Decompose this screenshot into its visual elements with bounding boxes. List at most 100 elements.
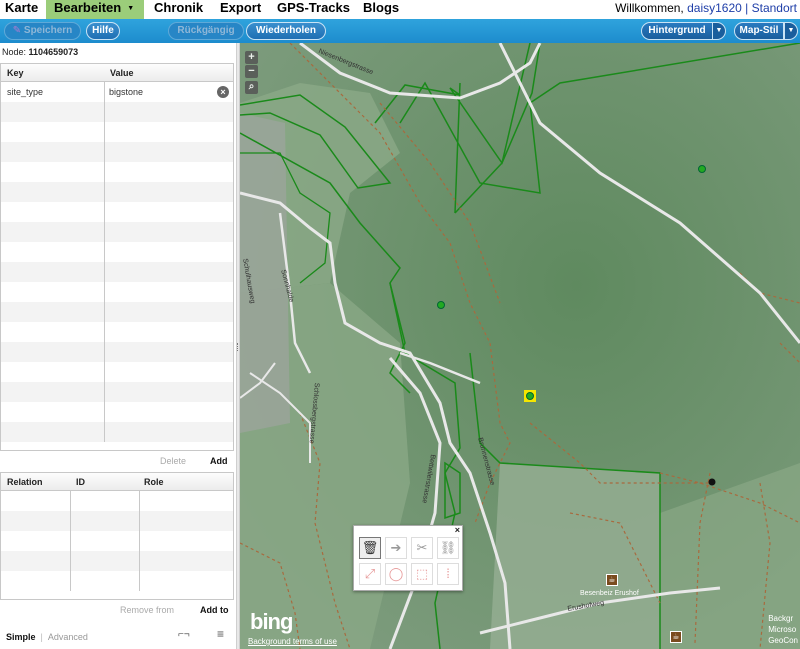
empty-row: [1, 222, 233, 242]
empty-row: [1, 531, 233, 551]
bing-logo: bing: [250, 609, 293, 634]
empty-row: [1, 571, 233, 591]
user-welcome: Willkommen, daisy1620 | Standort: [615, 0, 797, 16]
empty-row: [1, 242, 233, 262]
separator: |: [745, 1, 749, 15]
map-attribution: Backgr Microso GeoCon: [768, 613, 798, 646]
add-tag-button[interactable]: Add: [210, 456, 228, 466]
empty-row: [1, 262, 233, 282]
menu-icon[interactable]: ≡: [217, 627, 224, 641]
advanced-mode-link[interactable]: Advanced: [48, 632, 88, 642]
empty-row: [1, 282, 233, 302]
attribution-line: Microso: [768, 625, 797, 634]
role-column-header[interactable]: Role: [144, 477, 164, 487]
trash-icon[interactable]: 🗑: [359, 537, 381, 559]
save-label: Speichern: [23, 25, 73, 36]
background-terms-link[interactable]: Background terms of use: [248, 637, 337, 646]
delete-tag-icon[interactable]: ×: [217, 86, 229, 98]
pencil-icon: ✎: [12, 25, 22, 36]
empty-row: [1, 402, 233, 422]
redo-button[interactable]: Wiederholen: [246, 22, 326, 40]
location-link[interactable]: Standort: [752, 1, 797, 15]
relation-table: Relation ID Role: [0, 472, 234, 600]
value-column-header[interactable]: Value: [110, 68, 134, 78]
map-style-dropdown-icon[interactable]: ▼: [784, 22, 798, 40]
circularise-icon[interactable]: ◯: [385, 563, 407, 585]
cafe-icon[interactable]: ☕: [670, 631, 682, 643]
close-icon[interactable]: ×: [455, 525, 460, 535]
tab-gps-tracks[interactable]: GPS-Tracks: [277, 0, 350, 19]
simple-mode-link[interactable]: Simple: [6, 632, 36, 642]
map-style-button[interactable]: Map-Stil: [734, 22, 784, 40]
add-to-button[interactable]: Add to: [200, 605, 229, 615]
key-column-header[interactable]: Key: [7, 68, 24, 78]
node-info: Node: 1104659073: [2, 47, 78, 57]
background-dropdown-icon[interactable]: ▼: [712, 22, 726, 40]
tab-blogs[interactable]: Blogs: [363, 0, 399, 19]
attribution-line: GeoCon: [768, 636, 798, 645]
column-divider: [139, 491, 140, 591]
chain-link-icon[interactable]: ⛓: [437, 537, 459, 559]
zoom-out-icon[interactable]: −: [245, 65, 258, 78]
relation-rows: [1, 491, 233, 591]
empty-row: [1, 551, 233, 571]
map-canvas[interactable]: + − ⌕ Niesenbergstrasse Schulhausweg Son…: [240, 43, 800, 649]
welcome-text: Willkommen,: [615, 1, 684, 15]
tag-value[interactable]: bigstone: [109, 87, 143, 97]
tab-export[interactable]: Export: [220, 0, 261, 19]
align-dots-icon[interactable]: ⁞: [437, 563, 459, 585]
expand-arrows-icon[interactable]: ⤢: [359, 563, 381, 585]
empty-row: [1, 491, 233, 511]
poi-label: Besenbeiz Erushof: [580, 590, 639, 597]
column-divider: [70, 491, 71, 591]
empty-row: [1, 162, 233, 182]
empty-row: [1, 102, 233, 122]
delete-tag-button[interactable]: Delete: [160, 456, 186, 466]
help-button[interactable]: Hilfe: [86, 22, 120, 40]
zoom-in-icon[interactable]: +: [245, 51, 258, 64]
empty-row: [1, 182, 233, 202]
empty-row: [1, 422, 233, 442]
edit-toolbox: × 🗑 ➔ ✂ ⛓ ⤢ ◯ ⬚ ⁞: [353, 525, 463, 591]
tag-row[interactable]: site_type bigstone ×: [1, 82, 233, 102]
tab-bearbeiten[interactable]: Bearbeiten ▼: [46, 0, 144, 19]
empty-row: [1, 142, 233, 162]
undo-button[interactable]: Rückgängig: [168, 22, 244, 40]
tab-chronik[interactable]: Chronik: [154, 0, 203, 19]
node-label: Node:: [2, 47, 27, 57]
magnifier-icon[interactable]: ⌕: [245, 81, 258, 94]
empty-row: [1, 302, 233, 322]
properties-panel: Node: 1104659073 Key Value site_type big…: [0, 43, 236, 649]
splitter-grip[interactable]: [237, 343, 239, 351]
relation-column-header[interactable]: Relation: [7, 477, 43, 487]
editor-toolbar: ✎ Speichern Hilfe Rückgängig Wiederholen…: [0, 19, 800, 43]
save-button[interactable]: ✎ Speichern: [4, 22, 81, 40]
cafe-icon[interactable]: ☕: [606, 574, 618, 586]
scissors-icon[interactable]: ✂: [411, 537, 433, 559]
selected-map-node[interactable]: [526, 392, 534, 400]
username-link[interactable]: daisy1620: [687, 1, 742, 15]
id-column-header[interactable]: ID: [76, 477, 85, 487]
relation-table-header: Relation ID Role: [1, 473, 233, 491]
background-button[interactable]: Hintergrund: [641, 22, 713, 40]
map-node[interactable]: [437, 301, 445, 309]
empty-row: [1, 362, 233, 382]
map-node[interactable]: [698, 165, 706, 173]
tag-table: Key Value site_type bigstone ×: [0, 63, 234, 451]
panel-mode-switch: Simple | Advanced: [6, 632, 88, 642]
arrow-right-icon[interactable]: ➔: [385, 537, 407, 559]
tab-karte[interactable]: Karte: [5, 0, 38, 19]
tag-key[interactable]: site_type: [7, 87, 43, 97]
remove-from-button[interactable]: Remove from: [120, 605, 174, 615]
field-area: [490, 463, 660, 649]
top-navigation: Karte Bearbeiten ▼ Chronik Export GPS-Tra…: [0, 0, 800, 19]
empty-row: [1, 202, 233, 222]
map-svg: [240, 43, 800, 649]
empty-row: [1, 382, 233, 402]
node-id: 1104659073: [28, 47, 79, 57]
column-divider: [104, 82, 105, 442]
map-node[interactable]: [708, 478, 716, 486]
square-corners-icon[interactable]: ⬚: [411, 563, 433, 585]
collapse-icon[interactable]: ⌐¬: [178, 629, 190, 640]
empty-row: [1, 342, 233, 362]
